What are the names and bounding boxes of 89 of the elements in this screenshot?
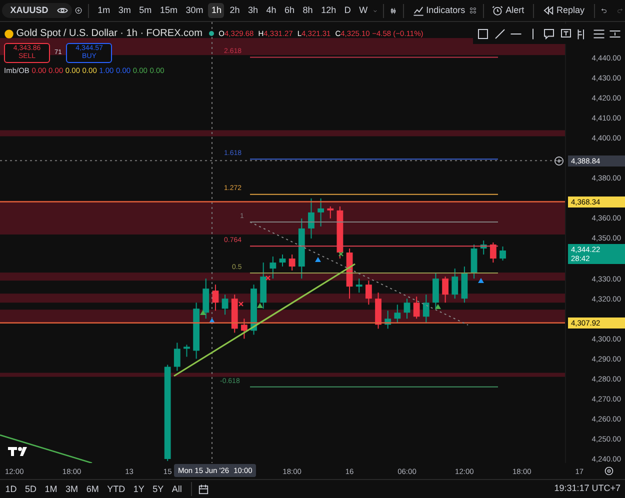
candle [490, 242, 496, 264]
candle [394, 304, 401, 324]
interval-tab[interactable]: D [341, 3, 354, 18]
indicators-icon [412, 5, 424, 16]
cross-marker [338, 251, 344, 257]
templates-icon[interactable] [470, 5, 476, 16]
range-button[interactable]: 1M [42, 482, 60, 496]
clock-text: 19:31:17 UTC+7 [554, 482, 620, 496]
candle [422, 294, 430, 324]
candle [470, 244, 478, 280]
candle [375, 292, 382, 330]
candle [202, 278, 210, 320]
trend-line-icon[interactable] [494, 28, 506, 40]
symbol-title: Gold Spot / U.S. Dollar · 1h · FOREX.com [16, 27, 202, 41]
add-icon[interactable] [554, 156, 564, 166]
settings-icon[interactable] [604, 466, 614, 476]
replay-icon [543, 5, 554, 16]
range-button[interactable]: 6M [83, 482, 102, 496]
replay-button[interactable]: Replay [540, 3, 588, 18]
market-open-dot [209, 31, 214, 36]
interval-tab[interactable]: 8h [300, 3, 316, 18]
candle [432, 272, 439, 310]
candle [336, 206, 344, 260]
range-button[interactable]: 3M [62, 482, 82, 496]
range-button[interactable]: YTD [104, 482, 128, 496]
candle [365, 280, 372, 306]
interval-tab[interactable]: 6h [282, 3, 298, 18]
candle [193, 302, 200, 360]
candle [241, 318, 248, 340]
levels-icon[interactable] [609, 28, 621, 40]
calendar-icon[interactable] [198, 484, 210, 494]
candle [452, 268, 458, 300]
candle [318, 198, 324, 227]
interval-tab[interactable]: 1h [208, 3, 224, 18]
candle [480, 240, 487, 256]
candle [404, 298, 410, 320]
candle [308, 198, 314, 239]
eye-icon [57, 5, 68, 16]
interval-tab[interactable]: 12h [318, 3, 340, 18]
interval-tab[interactable]: W [356, 3, 371, 18]
candle [231, 294, 238, 334]
candle [413, 296, 420, 320]
interval-tab[interactable]: 4h [263, 3, 280, 18]
interval-tab[interactable]: 30m [182, 3, 206, 18]
triangle-marker [200, 310, 206, 315]
alert-icon [492, 5, 504, 16]
candle [184, 344, 190, 358]
range-button[interactable]: 1D [2, 482, 20, 496]
alert-button[interactable]: Alert [489, 3, 528, 18]
interval-tab[interactable]: 5m [136, 3, 155, 18]
interval-tab[interactable]: 3m [115, 3, 134, 18]
callout-icon[interactable] [543, 28, 555, 40]
text-icon[interactable] [560, 28, 572, 40]
candle [298, 218, 305, 280]
candle [500, 246, 506, 262]
candle [212, 284, 219, 312]
range-button[interactable]: 1Y [130, 482, 148, 496]
interval-tab[interactable]: 3h [245, 3, 262, 18]
triangle-marker [257, 303, 263, 308]
coin-icon [4, 28, 14, 38]
triangle-marker [435, 304, 441, 309]
candle [174, 342, 180, 372]
indicators-button[interactable]: Indicators [410, 3, 468, 18]
cross-marker [265, 275, 271, 281]
interval-tab[interactable]: 2h [226, 3, 243, 18]
interval-tab[interactable]: 15m [156, 3, 180, 18]
range-button[interactable]: All [168, 482, 185, 496]
triangle-marker [478, 278, 484, 283]
candle [260, 262, 267, 310]
logo-icon [8, 447, 27, 456]
candle [270, 256, 276, 280]
symbol-search[interactable]: XAUUSD [2, 3, 72, 18]
candle [461, 266, 468, 304]
triangle-marker [315, 257, 321, 262]
range-button[interactable]: 5Y [150, 482, 167, 496]
candle [327, 206, 334, 219]
interval-tab[interactable]: 1m [94, 3, 114, 18]
candle [442, 276, 448, 304]
candle [288, 254, 296, 272]
candle [356, 278, 362, 294]
candle [346, 248, 353, 300]
range-button[interactable]: 5D [22, 482, 40, 496]
cross-marker [238, 301, 244, 307]
triangle-marker [209, 318, 215, 323]
candle [222, 294, 228, 316]
candle [384, 310, 392, 330]
rectangle-icon[interactable] [477, 28, 489, 40]
candle [279, 254, 286, 268]
candle [250, 284, 257, 336]
